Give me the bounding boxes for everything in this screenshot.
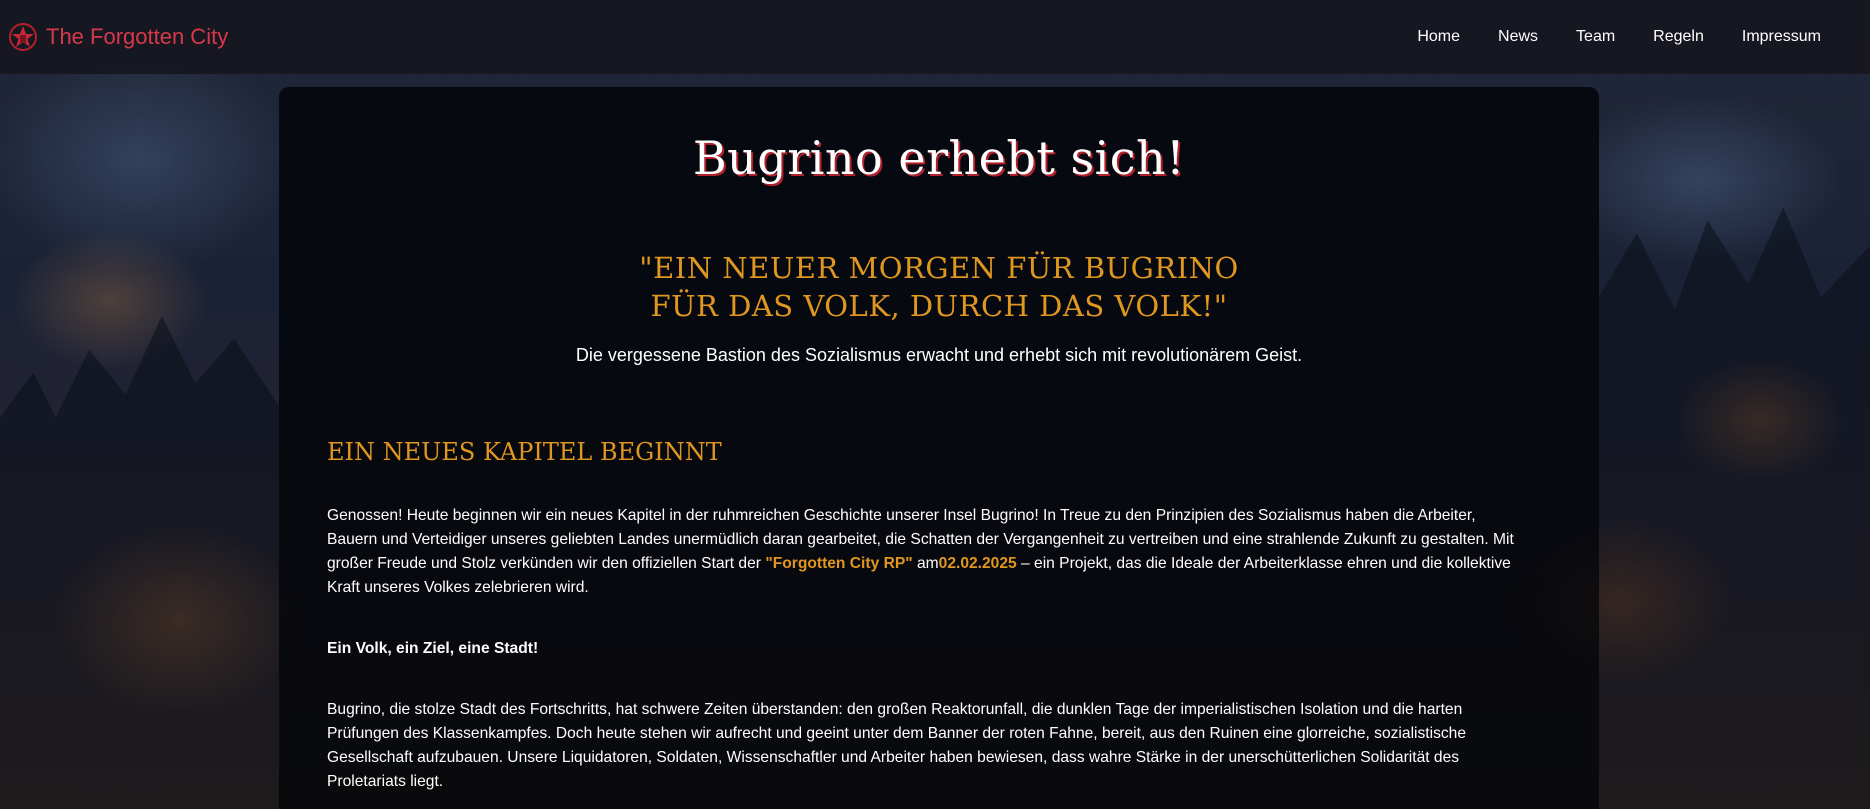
slogan-line-2: FÜR DAS VOLK, DURCH DAS VOLK!" xyxy=(650,289,1228,323)
nav-link-news[interactable]: News xyxy=(1479,28,1557,46)
section-title: EIN NEUES KAPITEL BEGINNT xyxy=(327,438,722,466)
page-headline: Bugrino erhebt sich! xyxy=(692,131,1186,185)
nav-link-team[interactable]: Team xyxy=(1557,28,1634,46)
motto-line: Ein Volk, ein Ziel, eine Stadt! xyxy=(327,640,539,657)
top-navbar: The Forgotten City Home News Team Regeln… xyxy=(0,0,1870,74)
intro-paragraph: Genossen! Heute beginnen wir ein neues K… xyxy=(327,504,1527,600)
brand-name: The Forgotten City xyxy=(46,24,229,49)
hero-slogan: "EIN NEUER MORGEN FÜR BUGRINO FÜR DAS VO… xyxy=(327,249,1551,325)
nav-links: Home News Team Regeln Impressum xyxy=(1398,28,1862,46)
nav-link-impressum[interactable]: Impressum xyxy=(1723,28,1840,46)
nav-link-home[interactable]: Home xyxy=(1398,28,1479,46)
nav-link-regeln[interactable]: Regeln xyxy=(1634,28,1723,46)
history-paragraph: Bugrino, die stolze Stadt des Fortschrit… xyxy=(327,701,1467,790)
brand-logo-icon xyxy=(8,22,38,52)
brand-link[interactable]: The Forgotten City xyxy=(8,22,228,52)
hero-tagline: Die vergessene Bastion des Sozialismus e… xyxy=(575,345,1303,365)
background-city-right xyxy=(1599,207,1870,809)
project-name: "Forgotten City RP" xyxy=(765,555,913,572)
content-panel: Bugrino erhebt sich! "EIN NEUER MORGEN F… xyxy=(279,87,1599,809)
background-city-left xyxy=(0,316,279,809)
slogan-line-1: "EIN NEUER MORGEN FÜR BUGRINO xyxy=(639,251,1239,285)
intro-text-mid: am xyxy=(912,555,939,572)
launch-date: 02.02.2025 xyxy=(938,555,1017,572)
